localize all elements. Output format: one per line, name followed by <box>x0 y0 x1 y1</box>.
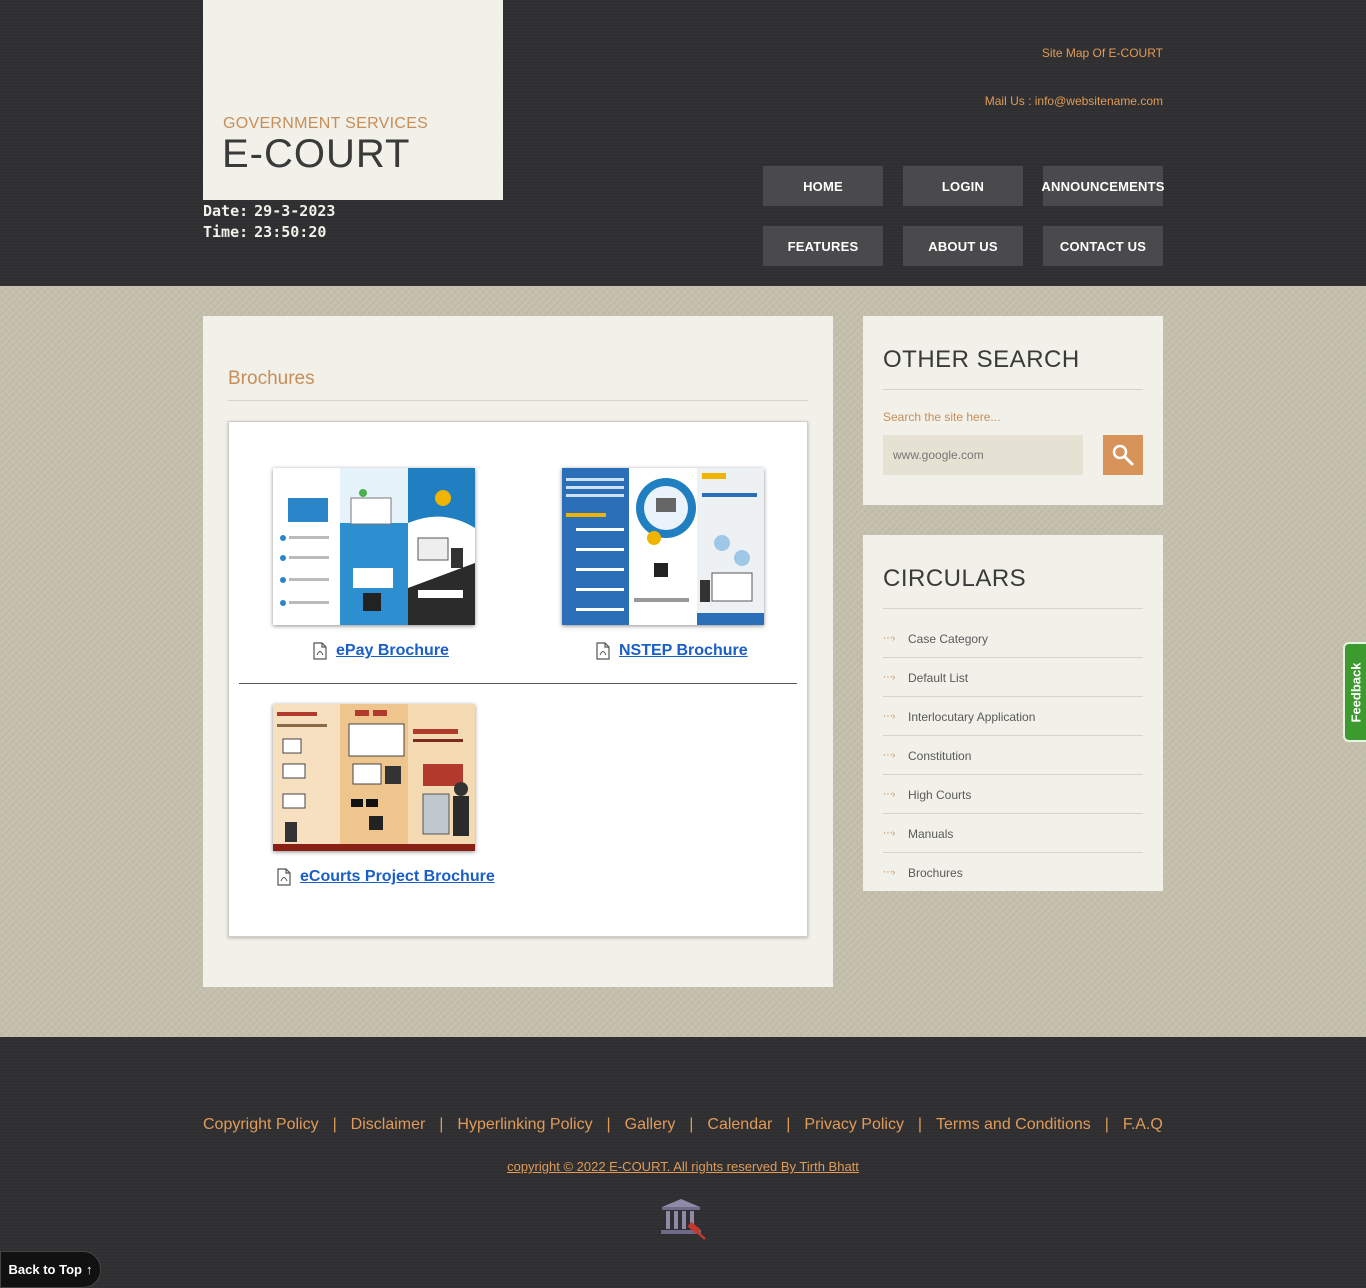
epay-brochure-thumbnail[interactable] <box>273 468 475 625</box>
pdf-icon <box>596 642 610 660</box>
arrow-icon: ⋯› <box>883 633 895 644</box>
nav-about-us[interactable]: ABOUT US <box>903 226 1023 266</box>
circular-manuals[interactable]: ⋯› Manuals <box>883 814 1143 853</box>
time-value: 23:50:20 <box>254 223 327 241</box>
logo-title: E-COURT <box>222 132 411 176</box>
other-search-title: OTHER SEARCH <box>883 346 1080 373</box>
logo-subtitle: GOVERNMENT SERVICES <box>223 115 429 132</box>
footer-separator: | <box>786 1116 791 1133</box>
search-input[interactable] <box>883 435 1083 475</box>
pdf-icon <box>313 642 327 660</box>
epay-brochure-link[interactable]: ePay Brochure <box>312 642 449 660</box>
copyright-link[interactable]: copyright © 2022 E-COURT. All rights res… <box>0 1159 1366 1174</box>
nav-announcements[interactable]: ANNOUNCEMENTS <box>1041 166 1164 206</box>
content-panel: Brochures ePay Brochure NSTEP Brochure e… <box>203 316 833 987</box>
footer-separator: | <box>606 1116 611 1133</box>
feedback-label: Feedback <box>1348 662 1364 722</box>
nav-home[interactable]: HOME <box>763 166 883 206</box>
arrow-icon: ⋯› <box>883 867 895 878</box>
circular-interlocutary-application[interactable]: ⋯› Interlocutary Application <box>883 697 1143 736</box>
arrow-icon: ⋯› <box>883 711 895 722</box>
ecourts-brochure-thumbnail[interactable] <box>273 704 475 851</box>
circular-label: Case Category <box>908 631 989 646</box>
pdf-icon <box>277 868 291 886</box>
circular-label: Interlocutary Application <box>908 709 1036 724</box>
footer-links: Copyright Policy | Disclaimer | Hyperlin… <box>203 1116 1163 1134</box>
magnifier-icon <box>1112 444 1134 466</box>
footer-separator: | <box>1104 1116 1109 1133</box>
circular-constitution[interactable]: ⋯› Constitution <box>883 736 1143 775</box>
page-title: Brochures <box>228 368 315 389</box>
footer-link-gallery[interactable]: Gallery <box>625 1116 676 1134</box>
footer-link-faq[interactable]: F.A.Q <box>1123 1116 1163 1134</box>
footer-link-hyperlinking-policy[interactable]: Hyperlinking Policy <box>457 1116 592 1134</box>
site-footer: Copyright Policy | Disclaimer | Hyperlin… <box>0 1037 1366 1288</box>
title-divider <box>228 400 808 401</box>
up-arrow-icon: ↑ <box>85 1262 93 1277</box>
arrow-icon: ⋯› <box>883 828 895 839</box>
feedback-tab[interactable]: Feedback <box>1343 642 1366 742</box>
circular-default-list[interactable]: ⋯› Default List <box>883 658 1143 697</box>
arrow-icon: ⋯› <box>883 750 895 761</box>
search-button[interactable] <box>1103 435 1143 475</box>
footer-separator: | <box>332 1116 337 1133</box>
brochure-divider <box>239 683 797 684</box>
site-header: GOVERNMENT SERVICES E-COURT Date: 29-3-20… <box>0 0 1366 286</box>
circular-label: Constitution <box>908 748 972 763</box>
nstep-brochure-link[interactable]: NSTEP Brochure <box>595 642 748 660</box>
court-logo-icon <box>661 1199 706 1240</box>
brochure-panel: ePay Brochure NSTEP Brochure eCourts Pro… <box>228 421 808 937</box>
search-divider <box>883 389 1143 390</box>
nav-contact-us[interactable]: CONTACT US <box>1043 226 1163 266</box>
back-to-top-label: Back to Top <box>8 1262 82 1277</box>
circular-case-category[interactable]: ⋯› Case Category <box>883 619 1143 658</box>
epay-brochure-label: ePay Brochure <box>336 642 449 659</box>
nstep-brochure-label: NSTEP Brochure <box>619 642 748 659</box>
search-label: Search the site here... <box>883 410 1001 424</box>
other-search-box: OTHER SEARCH Search the site here... <box>863 316 1163 505</box>
mail-link[interactable]: info@websitename.com <box>1035 94 1163 108</box>
arrow-icon: ⋯› <box>883 672 895 683</box>
circulars-divider <box>883 608 1143 609</box>
date-value: 29-3-2023 <box>254 202 336 220</box>
circulars-box: CIRCULARS ⋯› Case Category ⋯› Default List… <box>863 535 1163 891</box>
circulars-title: CIRCULARS <box>883 565 1027 592</box>
circular-label: Brochures <box>908 865 963 880</box>
sitemap-link[interactable]: Site Map Of E-COURT <box>1042 46 1163 60</box>
circular-label: High Courts <box>908 787 972 802</box>
nstep-brochure-thumbnail[interactable] <box>562 468 764 625</box>
mail-us: Mail Us : info@websitename.com <box>985 94 1163 108</box>
logo[interactable]: GOVERNMENT SERVICES E-COURT <box>203 0 503 200</box>
circular-label: Default List <box>908 670 969 685</box>
footer-link-copyright-policy[interactable]: Copyright Policy <box>203 1116 319 1134</box>
nav-login[interactable]: LOGIN <box>903 166 1023 206</box>
footer-separator: | <box>689 1116 694 1133</box>
footer-separator: | <box>917 1116 923 1133</box>
arrow-icon: ⋯› <box>883 789 895 800</box>
ecourts-brochure-link[interactable]: eCourts Project Brochure <box>276 868 495 886</box>
footer-link-calendar[interactable]: Calendar <box>707 1116 772 1134</box>
date-display: Date: 29-3-2023 <box>203 202 335 220</box>
ecourts-brochure-label: eCourts Project Brochure <box>300 868 495 885</box>
footer-link-disclaimer[interactable]: Disclaimer <box>351 1116 426 1134</box>
nav-features[interactable]: FEATURES <box>763 226 883 266</box>
footer-link-privacy-policy[interactable]: Privacy Policy <box>804 1116 904 1134</box>
circular-brochures[interactable]: ⋯› Brochures <box>883 853 1143 892</box>
circular-high-courts[interactable]: ⋯› High Courts <box>883 775 1143 814</box>
circular-label: Manuals <box>908 826 954 841</box>
time-display: Time: 23:50:20 <box>203 223 326 241</box>
back-to-top-button[interactable]: Back to Top ↑ <box>0 1251 101 1288</box>
footer-link-terms-and-conditions[interactable]: Terms and Conditions <box>936 1116 1091 1134</box>
time-label: Time: <box>203 223 249 241</box>
mail-label: Mail Us : <box>984 94 1032 108</box>
date-label: Date: <box>203 202 249 220</box>
footer-separator: | <box>439 1116 444 1133</box>
